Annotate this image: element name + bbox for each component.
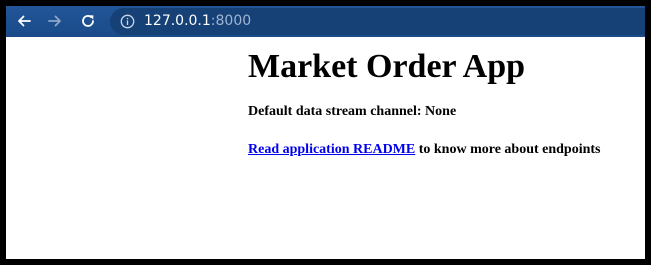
- url-host: 127.0.0.1: [144, 13, 211, 29]
- channel-status-text: Default data stream channel: None: [248, 104, 457, 119]
- url-port: :8000: [210, 13, 252, 29]
- forward-button[interactable]: [44, 10, 66, 32]
- arrow-right-icon: [48, 15, 61, 27]
- page-title: Market Order App: [248, 48, 526, 85]
- url-text[interactable]: 127.0.0.1:8000: [144, 13, 251, 30]
- browser-toolbar: 127.0.0.1:8000: [6, 6, 645, 37]
- arrow-left-icon: [18, 15, 31, 27]
- browser-window: 127.0.0.1:8000 Market Order App Default …: [6, 6, 645, 259]
- address-bar[interactable]: 127.0.0.1:8000: [110, 8, 645, 35]
- readme-link[interactable]: Read application README: [248, 142, 415, 157]
- reload-icon: [82, 15, 94, 27]
- readme-paragraph: Read application README to know more abo…: [248, 141, 601, 159]
- reload-button[interactable]: [77, 10, 99, 32]
- page-content: Market Order App Default data stream cha…: [6, 37, 645, 259]
- info-circle-icon[interactable]: [120, 14, 135, 29]
- back-button[interactable]: [13, 10, 35, 32]
- readme-suffix-text: to know more about endpoints: [415, 142, 601, 157]
